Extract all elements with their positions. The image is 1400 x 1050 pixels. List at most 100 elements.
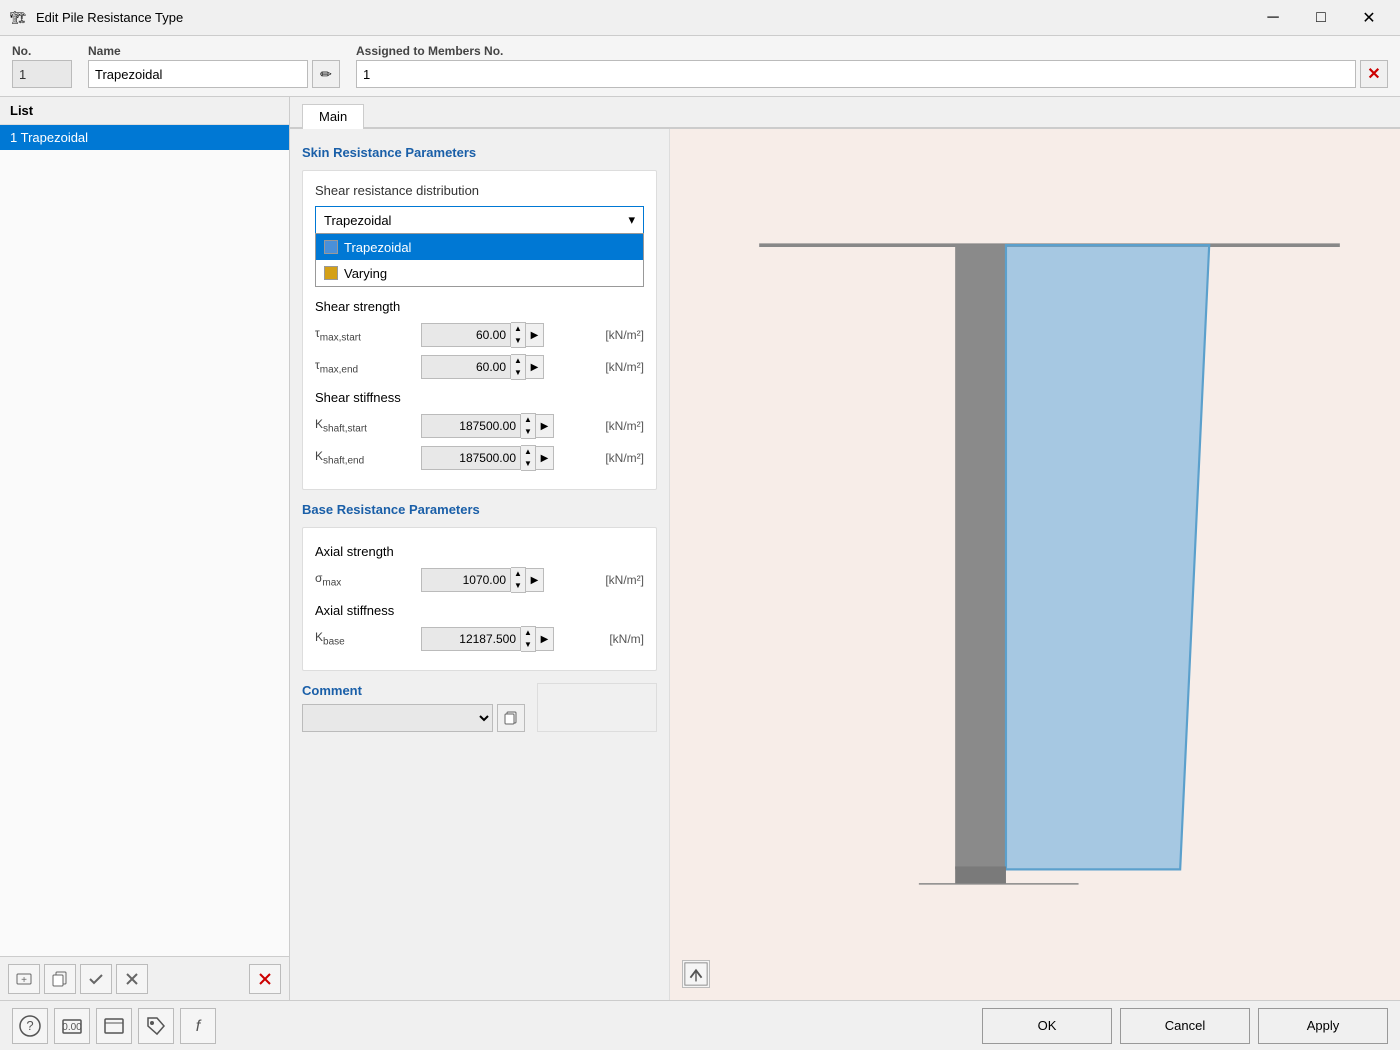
maximize-button[interactable]: □: [1298, 4, 1344, 32]
sigma-max-unit: [kN/m²]: [605, 573, 644, 587]
dialog-body: No. Name ✏ Assigned to Members No. ✕ Lis…: [0, 36, 1400, 1050]
tau-start-up[interactable]: ▲: [511, 323, 525, 335]
pile-visualization: [670, 129, 1400, 1000]
tau-end-row: τmax,end ▲ ▼ ▶ [kN/m²]: [315, 354, 644, 380]
distribution-dropdown-row: Trapezoidal ▾ Trapezoidal: [315, 206, 644, 287]
kshaft-end-input[interactable]: [421, 446, 521, 470]
form-panel: Skin Resistance Parameters Shear resista…: [290, 129, 670, 1000]
kbase-input-wrap: ▲ ▼ ▶: [421, 626, 599, 652]
kbase-up[interactable]: ▲: [521, 627, 535, 639]
bottom-form-row: Comment: [302, 683, 657, 732]
svg-text:+: +: [21, 975, 27, 986]
empty-panel: [537, 683, 657, 732]
list-item[interactable]: 1 Trapezoidal: [0, 125, 289, 150]
minimize-button[interactable]: ─: [1250, 4, 1296, 32]
tag-button[interactable]: [138, 1008, 174, 1044]
assigned-group: Assigned to Members No. ✕: [356, 44, 1388, 88]
kbase-input[interactable]: [421, 627, 521, 651]
comment-copy-button[interactable]: [497, 704, 525, 732]
kshaft-end-arrow-button[interactable]: ▶: [536, 446, 554, 470]
kshaft-end-down[interactable]: ▼: [521, 458, 535, 470]
title-bar: 🏗 Edit Pile Resistance Type ─ □ ✕: [0, 0, 1400, 36]
skin-resistance-title: Skin Resistance Parameters: [302, 145, 657, 160]
tau-start-input[interactable]: [421, 323, 511, 347]
kshaft-start-up[interactable]: ▲: [521, 414, 535, 426]
help-button[interactable]: ?: [12, 1008, 48, 1044]
trapezoidal-swatch: [324, 240, 338, 254]
kshaft-start-arrow-button[interactable]: ▶: [536, 414, 554, 438]
kshaft-start-input[interactable]: [421, 414, 521, 438]
kshaft-end-row: Kshaft,end ▲ ▼ ▶ [kN/m²]: [315, 445, 644, 471]
option-trapezoidal[interactable]: Trapezoidal: [316, 234, 643, 260]
tau-end-unit: [kN/m²]: [605, 360, 644, 374]
no-input[interactable]: [12, 60, 72, 88]
assigned-input[interactable]: [356, 60, 1356, 88]
kbase-down[interactable]: ▼: [521, 639, 535, 651]
view-button[interactable]: [96, 1008, 132, 1044]
kshaft-end-label: Kshaft,end: [315, 449, 415, 466]
kshaft-start-row: Kshaft,start ▲ ▼ ▶ [kN/m²]: [315, 413, 644, 439]
uncheck-button[interactable]: [116, 964, 148, 994]
sigma-max-input[interactable]: [421, 568, 511, 592]
tau-start-arrow-button[interactable]: ▶: [526, 323, 544, 347]
add-button[interactable]: +: [8, 964, 40, 994]
kbase-arrow-button[interactable]: ▶: [536, 627, 554, 651]
option-varying-label: Varying: [344, 266, 387, 281]
kshaft-end-input-wrap: ▲ ▼ ▶: [421, 445, 595, 471]
name-group: Name ✏: [88, 44, 340, 88]
tau-start-row: τmax,start ▲ ▼ ▶ [kN/m²]: [315, 322, 644, 348]
copy-button[interactable]: [44, 964, 76, 994]
name-edit-button[interactable]: ✏: [312, 60, 340, 88]
kbase-spin: ▲ ▼: [521, 626, 536, 652]
kshaft-start-label: Kshaft,start: [315, 417, 415, 434]
apply-button[interactable]: Apply: [1258, 1008, 1388, 1044]
kshaft-start-unit: [kN/m²]: [605, 419, 644, 433]
tau-end-spin: ▲ ▼: [511, 354, 526, 380]
cancel-button[interactable]: Cancel: [1120, 1008, 1250, 1044]
window-title: Edit Pile Resistance Type: [36, 10, 1250, 25]
name-row: ✏: [88, 60, 340, 88]
tau-end-up[interactable]: ▲: [511, 355, 525, 367]
kshaft-end-up[interactable]: ▲: [521, 446, 535, 458]
tab-main[interactable]: Main: [302, 104, 364, 129]
kbase-label: Kbase: [315, 630, 415, 647]
sigma-max-down[interactable]: ▼: [511, 580, 525, 592]
main-panel: Main Skin Resistance Parameters Shear re…: [290, 97, 1400, 1000]
viz-panel: [670, 129, 1400, 1000]
delete-button[interactable]: [249, 964, 281, 994]
sidebar: List 1 Trapezoidal +: [0, 97, 290, 1000]
no-label: No.: [12, 44, 72, 58]
sidebar-list: 1 Trapezoidal: [0, 125, 289, 956]
kshaft-start-input-wrap: ▲ ▼ ▶: [421, 413, 595, 439]
distribution-options: Trapezoidal Varying: [315, 233, 644, 287]
tau-end-arrow-button[interactable]: ▶: [526, 355, 544, 379]
kshaft-start-down[interactable]: ▼: [521, 426, 535, 438]
sigma-max-arrow-button[interactable]: ▶: [526, 568, 544, 592]
close-button[interactable]: ✕: [1346, 4, 1392, 32]
dropdown-arrow-icon: ▾: [628, 212, 635, 228]
sigma-max-spin: ▲ ▼: [511, 567, 526, 593]
sigma-max-row: σmax ▲ ▼ ▶ [kN/m²]: [315, 567, 644, 593]
tau-end-down[interactable]: ▼: [511, 367, 525, 379]
assigned-clear-button[interactable]: ✕: [1360, 60, 1388, 88]
kshaft-end-unit: [kN/m²]: [605, 451, 644, 465]
numeric-button[interactable]: 0.00: [54, 1008, 90, 1044]
distribution-value: Trapezoidal: [324, 213, 391, 228]
kbase-unit: [kN/m]: [609, 632, 644, 646]
ok-button[interactable]: OK: [982, 1008, 1112, 1044]
check-button[interactable]: [80, 964, 112, 994]
sigma-max-up[interactable]: ▲: [511, 568, 525, 580]
viz-export-button[interactable]: [682, 960, 710, 988]
tau-start-down[interactable]: ▼: [511, 335, 525, 347]
kshaft-start-spin: ▲ ▼: [521, 413, 536, 439]
distribution-label: Shear resistance distribution: [315, 183, 644, 198]
skin-resistance-group: Shear resistance distribution Trapezoida…: [302, 170, 657, 490]
option-varying[interactable]: Varying: [316, 260, 643, 286]
name-input[interactable]: [88, 60, 308, 88]
sigma-max-input-wrap: ▲ ▼ ▶: [421, 567, 595, 593]
base-resistance-group: Axial strength σmax ▲ ▼: [302, 527, 657, 671]
formula-button[interactable]: f: [180, 1008, 216, 1044]
comment-select[interactable]: [302, 704, 493, 732]
tau-end-input[interactable]: [421, 355, 511, 379]
distribution-dropdown[interactable]: Trapezoidal ▾: [315, 206, 644, 234]
